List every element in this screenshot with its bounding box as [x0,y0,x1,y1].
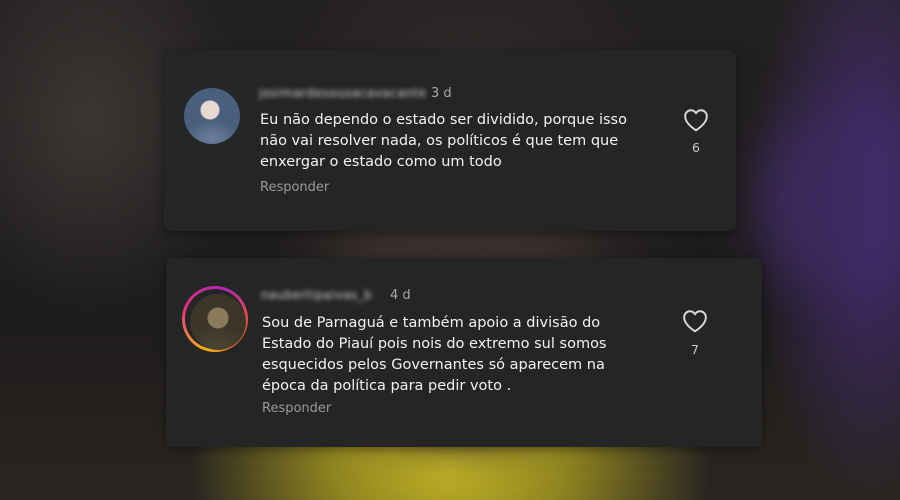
comment-text: Sou de Parnaguá e também apoio a divisão… [262,313,607,397]
story-ring-gap [185,289,246,350]
comment-text-line: Eu não dependo o estado ser dividido, po… [260,112,627,128]
heart-outline-icon [683,310,707,333]
comment-timestamp: 3 d [431,86,452,101]
comment-text-line: esquecidos pelos Governantes só aparecem… [262,357,605,373]
comment-text-line: enxergar o estado como um todo [260,154,502,170]
comment-text-line: não vai resolver nada, os políticos é qu… [260,133,619,149]
heart-outline-icon [684,109,708,132]
username[interactable]: josimardesousacavacante [259,86,426,100]
comment-text: Eu não dependo o estado ser dividido, po… [260,110,627,173]
comment-text-line: Sou de Parnaguá e também apoio a divisão… [262,315,601,331]
like-button[interactable] [681,105,711,135]
user-avatar[interactable] [190,294,246,350]
comment-text-line: época da política para pedir voto . [262,378,512,394]
comment-card: josimardesousacavacante 3 d Eu não depen… [164,50,736,231]
reply-button[interactable]: Responder [260,180,329,195]
like-button[interactable] [680,306,710,336]
username[interactable]: naubertipaivas_b [261,288,372,302]
blurred-purple-light [760,120,880,280]
comment-timestamp: 4 d [390,288,411,303]
story-ring[interactable] [182,286,248,352]
comment-card: naubertipaivas_b 4 d Sou de Parnaguá e t… [166,258,762,447]
like-count: 7 [691,342,699,357]
reply-button[interactable]: Responder [262,401,331,416]
comment-text-line: Estado do Piauí pois nois do extremo sul… [262,336,607,352]
user-avatar[interactable] [184,88,240,144]
like-count: 6 [692,140,700,155]
